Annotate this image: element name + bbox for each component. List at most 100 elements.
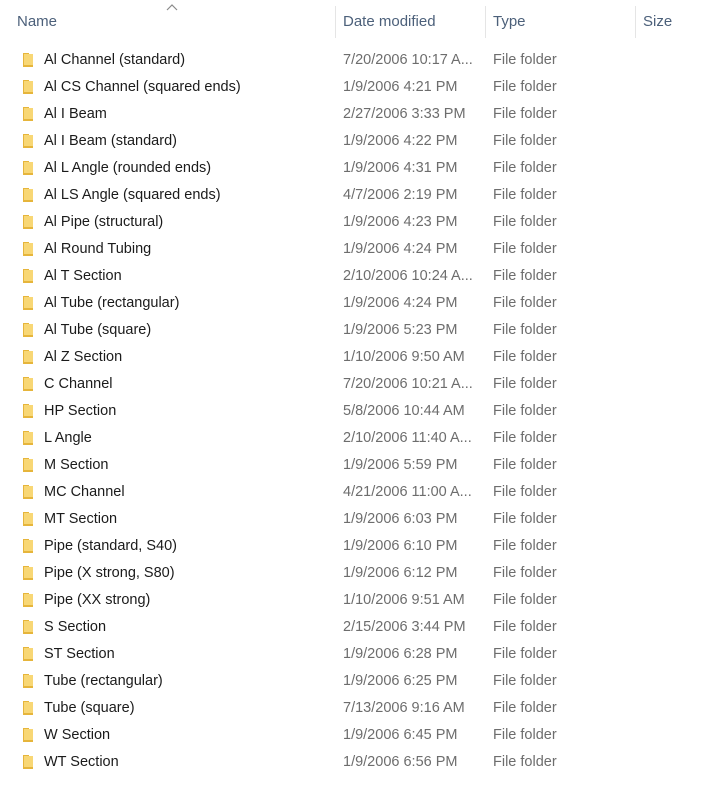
file-list: Al Channel (standard) 7/20/2006 10:17 A..… bbox=[0, 47, 725, 776]
file-row[interactable]: Pipe (XX strong) 1/10/2006 9:51 AM File fo… bbox=[0, 587, 725, 614]
file-size bbox=[643, 668, 721, 695]
file-row[interactable]: HP Section 5/8/2006 10:44 AM File folder bbox=[0, 398, 725, 425]
file-name: WT Section bbox=[44, 754, 119, 770]
file-name: Al Tube (rectangular) bbox=[44, 295, 180, 311]
file-name: Pipe (standard, S40) bbox=[44, 538, 177, 554]
file-row[interactable]: L Angle 2/10/2006 11:40 A... File folder bbox=[0, 425, 725, 452]
file-size bbox=[643, 452, 721, 479]
file-date: 1/9/2006 4:22 PM bbox=[343, 133, 458, 149]
file-name: Tube (square) bbox=[44, 700, 135, 716]
file-date: 7/20/2006 10:17 A... bbox=[343, 52, 473, 68]
file-type: File folder bbox=[493, 214, 557, 230]
file-size bbox=[643, 371, 721, 398]
file-type: File folder bbox=[493, 619, 557, 635]
file-row[interactable]: Al Tube (square) 1/9/2006 5:23 PM File fol… bbox=[0, 317, 725, 344]
folder-icon bbox=[23, 647, 33, 661]
file-date: 1/9/2006 6:28 PM bbox=[343, 646, 458, 662]
file-date: 7/20/2006 10:21 A... bbox=[343, 376, 473, 392]
folder-icon bbox=[23, 512, 33, 526]
file-name: L Angle bbox=[44, 430, 92, 446]
file-size bbox=[643, 101, 721, 128]
file-row[interactable]: Al T Section 2/10/2006 10:24 A... File fol… bbox=[0, 263, 725, 290]
file-name: S Section bbox=[44, 619, 107, 635]
file-type: File folder bbox=[493, 322, 557, 338]
file-type: File folder bbox=[493, 754, 557, 770]
file-row[interactable]: ST Section 1/9/2006 6:28 PM File folder bbox=[0, 641, 725, 668]
folder-icon bbox=[23, 188, 33, 202]
folder-icon bbox=[23, 755, 33, 769]
file-row[interactable]: Al Round Tubing 1/9/2006 4:24 PM File fold… bbox=[0, 236, 725, 263]
file-row[interactable]: W Section 1/9/2006 6:45 PM File folder bbox=[0, 722, 725, 749]
file-row[interactable]: Al L Angle (rounded ends) 1/9/2006 4:31 P… bbox=[0, 155, 725, 182]
file-size bbox=[643, 560, 721, 587]
file-row[interactable]: Al Pipe (structural) 1/9/2006 4:23 PM File… bbox=[0, 209, 725, 236]
file-name: C Channel bbox=[44, 376, 113, 392]
file-row[interactable]: M Section 1/9/2006 5:59 PM File folder bbox=[0, 452, 725, 479]
file-date: 2/10/2006 11:40 A... bbox=[343, 430, 472, 446]
file-date: 1/9/2006 4:24 PM bbox=[343, 295, 458, 311]
column-header-size[interactable]: Size bbox=[636, 0, 725, 44]
file-row[interactable]: Tube (square) 7/13/2006 9:16 AM File folde… bbox=[0, 695, 725, 722]
file-row[interactable]: C Channel 7/20/2006 10:21 A... File folder bbox=[0, 371, 725, 398]
file-row[interactable]: Al Tube (rectangular) 1/9/2006 4:24 PM Fil… bbox=[0, 290, 725, 317]
column-header-name[interactable]: Name bbox=[10, 0, 336, 44]
file-name: Pipe (X strong, S80) bbox=[44, 565, 175, 581]
file-size bbox=[643, 506, 721, 533]
file-name: Al I Beam (standard) bbox=[44, 133, 177, 149]
file-row[interactable]: Al Channel (standard) 7/20/2006 10:17 A..… bbox=[0, 47, 725, 74]
file-size bbox=[643, 479, 721, 506]
folder-icon bbox=[23, 431, 33, 445]
column-header-date-modified[interactable]: Date modified bbox=[336, 0, 486, 44]
file-type: File folder bbox=[493, 538, 557, 554]
file-row[interactable]: WT Section 1/9/2006 6:56 PM File folder bbox=[0, 749, 725, 776]
file-date: 1/9/2006 4:23 PM bbox=[343, 214, 458, 230]
file-row[interactable]: MT Section 1/9/2006 6:03 PM File folder bbox=[0, 506, 725, 533]
folder-icon bbox=[23, 620, 33, 634]
file-row[interactable]: S Section 2/15/2006 3:44 PM File folder bbox=[0, 614, 725, 641]
file-name: MT Section bbox=[44, 511, 118, 527]
file-size bbox=[643, 587, 721, 614]
file-date: 5/8/2006 10:44 AM bbox=[343, 403, 465, 419]
file-row[interactable]: Pipe (X strong, S80) 1/9/2006 6:12 PM File… bbox=[0, 560, 725, 587]
folder-icon bbox=[23, 566, 33, 580]
file-type: File folder bbox=[493, 700, 557, 716]
file-type: File folder bbox=[493, 160, 557, 176]
file-type: File folder bbox=[493, 268, 557, 284]
file-size bbox=[643, 209, 721, 236]
folder-icon bbox=[23, 323, 33, 337]
file-size bbox=[643, 236, 721, 263]
file-name: Al Z Section bbox=[44, 349, 123, 365]
column-header-type[interactable]: Type bbox=[486, 0, 636, 44]
file-date: 2/10/2006 10:24 A... bbox=[343, 268, 473, 284]
file-size bbox=[643, 74, 721, 101]
file-row[interactable]: MC Channel 4/21/2006 11:00 A... File folde… bbox=[0, 479, 725, 506]
file-size bbox=[643, 128, 721, 155]
file-date: 1/9/2006 5:59 PM bbox=[343, 457, 458, 473]
file-type: File folder bbox=[493, 295, 557, 311]
file-date: 1/9/2006 4:31 PM bbox=[343, 160, 458, 176]
folder-icon bbox=[23, 296, 33, 310]
file-row[interactable]: Al LS Angle (squared ends) 4/7/2006 2:19 … bbox=[0, 182, 725, 209]
file-row[interactable]: Al Z Section 1/10/2006 9:50 AM File folder bbox=[0, 344, 725, 371]
file-row[interactable]: Tube (rectangular) 1/9/2006 6:25 PM File f… bbox=[0, 668, 725, 695]
file-row[interactable]: Al I Beam (standard) 1/9/2006 4:22 PM File… bbox=[0, 128, 725, 155]
file-name: Al Channel (standard) bbox=[44, 52, 186, 68]
folder-icon bbox=[23, 269, 33, 283]
file-type: File folder bbox=[493, 349, 557, 365]
file-type: File folder bbox=[493, 673, 557, 689]
file-size bbox=[643, 425, 721, 452]
file-type: File folder bbox=[493, 727, 557, 743]
file-size bbox=[643, 317, 721, 344]
file-name: Al Tube (square) bbox=[44, 322, 152, 338]
file-size bbox=[643, 533, 721, 560]
file-name: Al I Beam bbox=[44, 106, 107, 122]
file-type: File folder bbox=[493, 592, 557, 608]
file-size bbox=[643, 182, 721, 209]
file-row[interactable]: Pipe (standard, S40) 1/9/2006 6:10 PM File… bbox=[0, 533, 725, 560]
file-row[interactable]: Al I Beam 2/27/2006 3:33 PM File folder bbox=[0, 101, 725, 128]
folder-icon bbox=[23, 80, 33, 94]
file-row[interactable]: Al CS Channel (squared ends) 1/9/2006 4:2… bbox=[0, 74, 725, 101]
file-name: Tube (rectangular) bbox=[44, 673, 163, 689]
file-date: 1/10/2006 9:51 AM bbox=[343, 592, 465, 608]
file-name: MC Channel bbox=[44, 484, 125, 500]
